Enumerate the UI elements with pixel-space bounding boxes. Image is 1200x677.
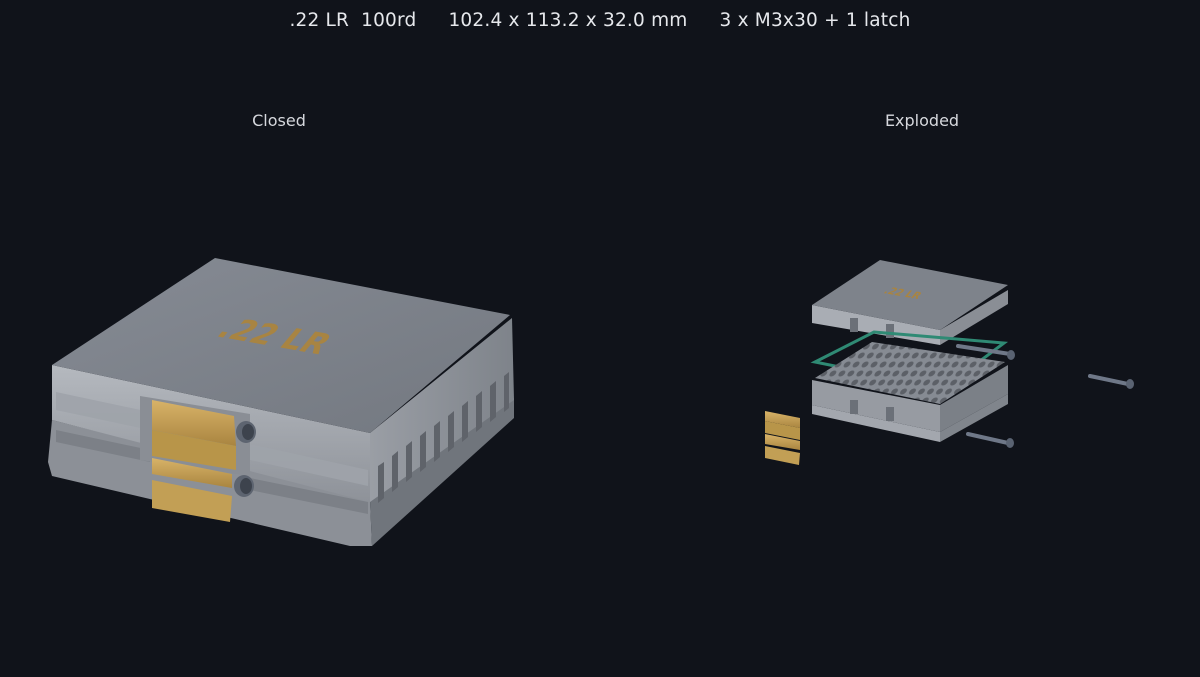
exploded-base bbox=[812, 342, 1008, 442]
closed-case: .22 LR bbox=[48, 258, 514, 546]
render-scene: .22 LR .22 LR bbox=[48, 258, 1134, 546]
exploded-lid: .22 LR bbox=[812, 260, 1008, 345]
screw-1 bbox=[956, 344, 1012, 356]
closed-latch bbox=[152, 400, 236, 522]
screw-3 bbox=[966, 432, 1010, 445]
exploded-assembly: .22 LR bbox=[765, 260, 1134, 465]
exploded-latch bbox=[765, 411, 800, 465]
screw-2 bbox=[1088, 374, 1130, 386]
